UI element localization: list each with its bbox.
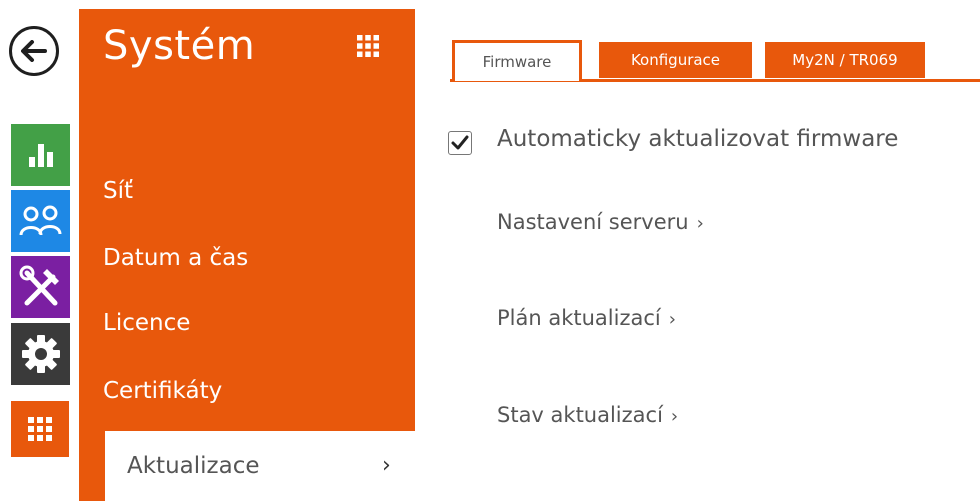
link-label: Stav aktualizací [497, 403, 663, 427]
auto-update-label: Automaticky aktualizovat firmware [497, 126, 899, 152]
rail-hardware-button[interactable] [11, 323, 70, 385]
tools-icon [19, 265, 59, 306]
auto-update-checkbox[interactable] [448, 131, 472, 155]
gear-icon [21, 335, 60, 373]
tab-my2n-tr069[interactable]: My2N / TR069 [765, 42, 925, 78]
chevron-right-icon: › [668, 309, 676, 330]
menu-item-label: Aktualizace [127, 453, 260, 479]
menu-item-certificates[interactable]: Certifikáty [103, 378, 222, 404]
menu-item-network[interactable]: Síť [103, 178, 133, 204]
rail-services-button[interactable] [11, 256, 70, 318]
users-icon [19, 205, 61, 236]
menu-item-licence[interactable]: Licence [103, 310, 190, 336]
grid-icon [28, 417, 52, 441]
rail-directory-button[interactable] [11, 190, 70, 252]
menu-item-date-time[interactable]: Datum a čas [103, 245, 248, 271]
tab-configuration[interactable]: Konfigurace [599, 42, 752, 78]
link-label: Plán aktualizací [497, 306, 661, 330]
rail-status-button[interactable] [11, 124, 70, 186]
link-label: Nastavení serveru [497, 210, 689, 234]
link-server-settings[interactable]: Nastavení serveru › [497, 210, 704, 234]
grid-icon[interactable] [357, 35, 379, 61]
chevron-right-icon: › [382, 453, 391, 478]
arrow-left-icon [21, 40, 47, 62]
link-update-status[interactable]: Stav aktualizací › [497, 403, 678, 427]
system-menu-panel: Systém Síť Datum a čas Licence Certifiká… [79, 9, 415, 501]
chevron-right-icon: › [670, 406, 679, 427]
tab-firmware[interactable]: Firmware [452, 40, 582, 81]
bar-chart-icon [28, 144, 53, 167]
link-update-plan[interactable]: Plán aktualizací › [497, 306, 676, 330]
checkmark-icon [451, 135, 469, 150]
back-button[interactable] [9, 26, 59, 76]
menu-item-updates[interactable]: Aktualizace › [105, 431, 415, 501]
chevron-right-icon: › [696, 213, 704, 234]
rail-system-button[interactable] [11, 401, 69, 457]
page-title: Systém [103, 23, 256, 69]
